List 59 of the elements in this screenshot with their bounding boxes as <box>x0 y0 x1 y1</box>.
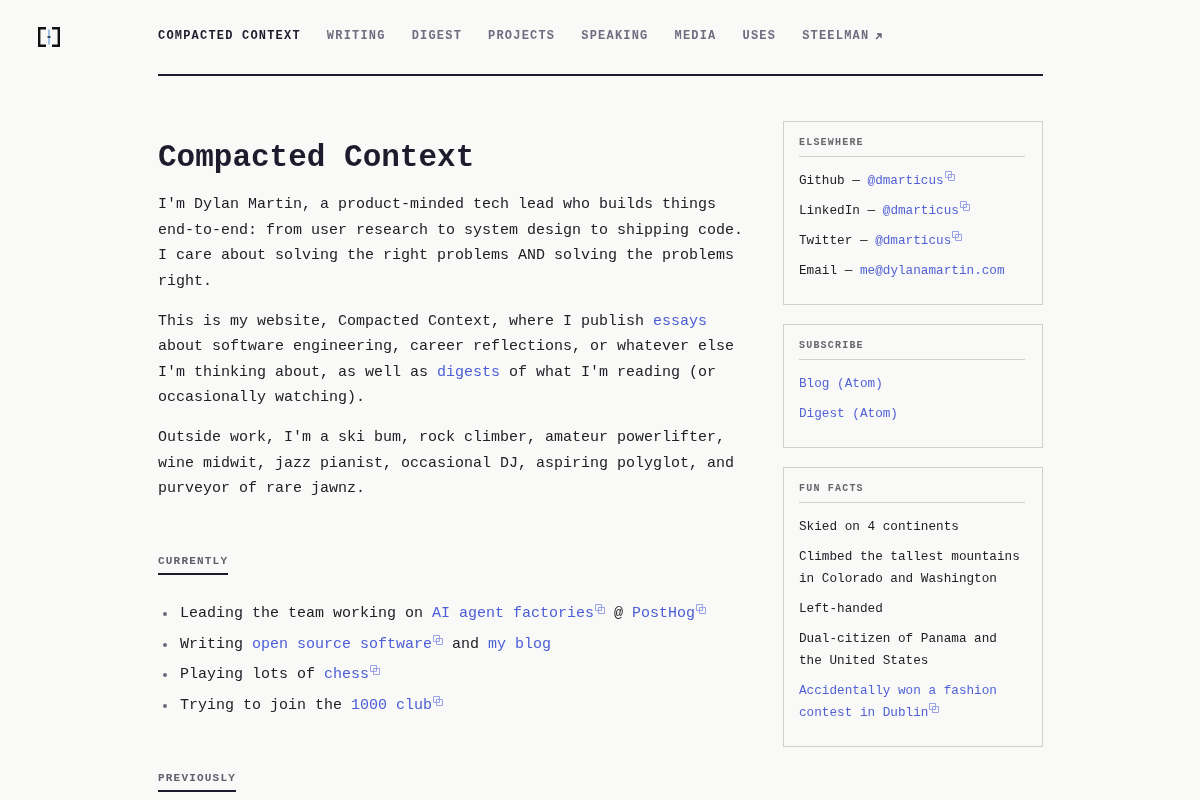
panel-item-text: Skied on 4 continents <box>799 518 959 536</box>
bullet-icon <box>163 704 167 709</box>
section-heading: PREVIOUSLY <box>158 771 236 793</box>
panel-heading: SUBSCRIBE <box>799 339 864 353</box>
panel-item-text: LinkedIn — @dmarticus <box>799 200 970 222</box>
text-link[interactable]: me@dylanamartin.com <box>859 263 1005 278</box>
section-heading: CURRENTLY <box>158 554 229 575</box>
list-item-text: Playing lots of chess <box>180 662 381 688</box>
text-link[interactable]: chess <box>324 666 381 684</box>
nav-link[interactable]: DIGEST <box>411 28 463 44</box>
nav-link[interactable]: SPEAKING <box>581 28 649 44</box>
panel-heading: ELSEWHERE <box>799 136 864 150</box>
overlapping-squares-icon <box>944 171 955 181</box>
text-link[interactable]: Blog (Atom) <box>799 373 883 395</box>
overlapping-squares-icon <box>370 665 381 676</box>
text-link[interactable]: essays <box>653 312 708 330</box>
intro-paragraph: This is my website, Compacted Context, where I publish essays about software engineering, career reflections, or whatever else I'm thinking about, as well as digests of what I'm reading (or occasionally watching). <box>158 311 736 408</box>
overlapping-squares-icon <box>952 231 963 241</box>
overlapping-squares-icon <box>595 604 606 614</box>
nav-link[interactable]: PROJECTS <box>488 28 556 44</box>
overlapping-squares-icon <box>959 201 970 211</box>
bullet-icon <box>163 642 167 647</box>
overlapping-squares-icon <box>433 696 444 707</box>
intro-paragraph: I'm Dylan Martin, a product-minded tech lead who builds things end-to-end: from user research to system design to shipping code. I care about solving the right problems AND solving the problems right. <box>158 195 745 292</box>
bracket-logo-icon[interactable] <box>38 27 60 47</box>
panel-item-text: Github — @dmarticus <box>799 170 955 192</box>
text-link[interactable]: PostHog <box>632 605 707 622</box>
text-link[interactable]: @dmarticus <box>875 233 963 248</box>
nav-link[interactable]: WRITING <box>326 28 386 44</box>
nav-link[interactable]: MEDIA <box>674 28 717 44</box>
text-link[interactable]: 1000 club <box>351 697 444 715</box>
list-item-text: Trying to join the 1000 club <box>180 693 444 719</box>
panel-item-text: Climbed the tallest mountains in Colorado and Washington <box>799 548 1021 588</box>
text-link[interactable]: AI agent factories <box>432 605 606 622</box>
list-item-text: Writing open source software and my blog <box>180 633 552 655</box>
text-link[interactable]: Accidentally won a fashion contest in Dublin <box>799 680 1025 724</box>
intro-paragraph: Outside work, I'm a ski bum, rock climber, amateur powerlifter, wine midwit, jazz pianist, occasional DJ, aspiring polyglot, and purveyor of rare jawnz. <box>158 428 736 499</box>
overlapping-squares-icon <box>696 604 707 614</box>
text-link[interactable]: open source software <box>252 635 444 653</box>
panel-item-text: Email — me@dylanamartin.com <box>799 262 1005 280</box>
list-item-text: Leading the team working on AI agent factories @ PostHog <box>180 601 707 627</box>
nav-link[interactable]: COMPACTED CONTEXT <box>158 28 301 44</box>
arrow-up-right-icon <box>875 32 883 40</box>
text-link[interactable]: Digest (Atom) <box>799 403 898 425</box>
text-link[interactable]: digests <box>437 363 501 381</box>
text-link[interactable]: @dmarticus <box>867 173 955 188</box>
bullet-icon <box>163 673 167 678</box>
overlapping-squares-icon <box>433 634 444 645</box>
nav-link[interactable]: USES <box>742 28 777 44</box>
text-link[interactable]: my blog <box>488 635 552 653</box>
panel-item-text: Left-handed <box>799 600 883 618</box>
panel-heading: FUN FACTS <box>799 482 864 496</box>
text-link[interactable]: @dmarticus <box>882 203 970 218</box>
bullet-icon <box>163 612 167 616</box>
panel-item-text: Twitter — @dmarticus <box>799 230 963 252</box>
panel-item-text: Dual-citizen of Panama and the United States <box>799 630 998 670</box>
page-title: Compacted Context <box>158 139 476 177</box>
nav-link[interactable]: STEELMAN <box>802 28 883 44</box>
overlapping-squares-icon <box>929 703 940 713</box>
